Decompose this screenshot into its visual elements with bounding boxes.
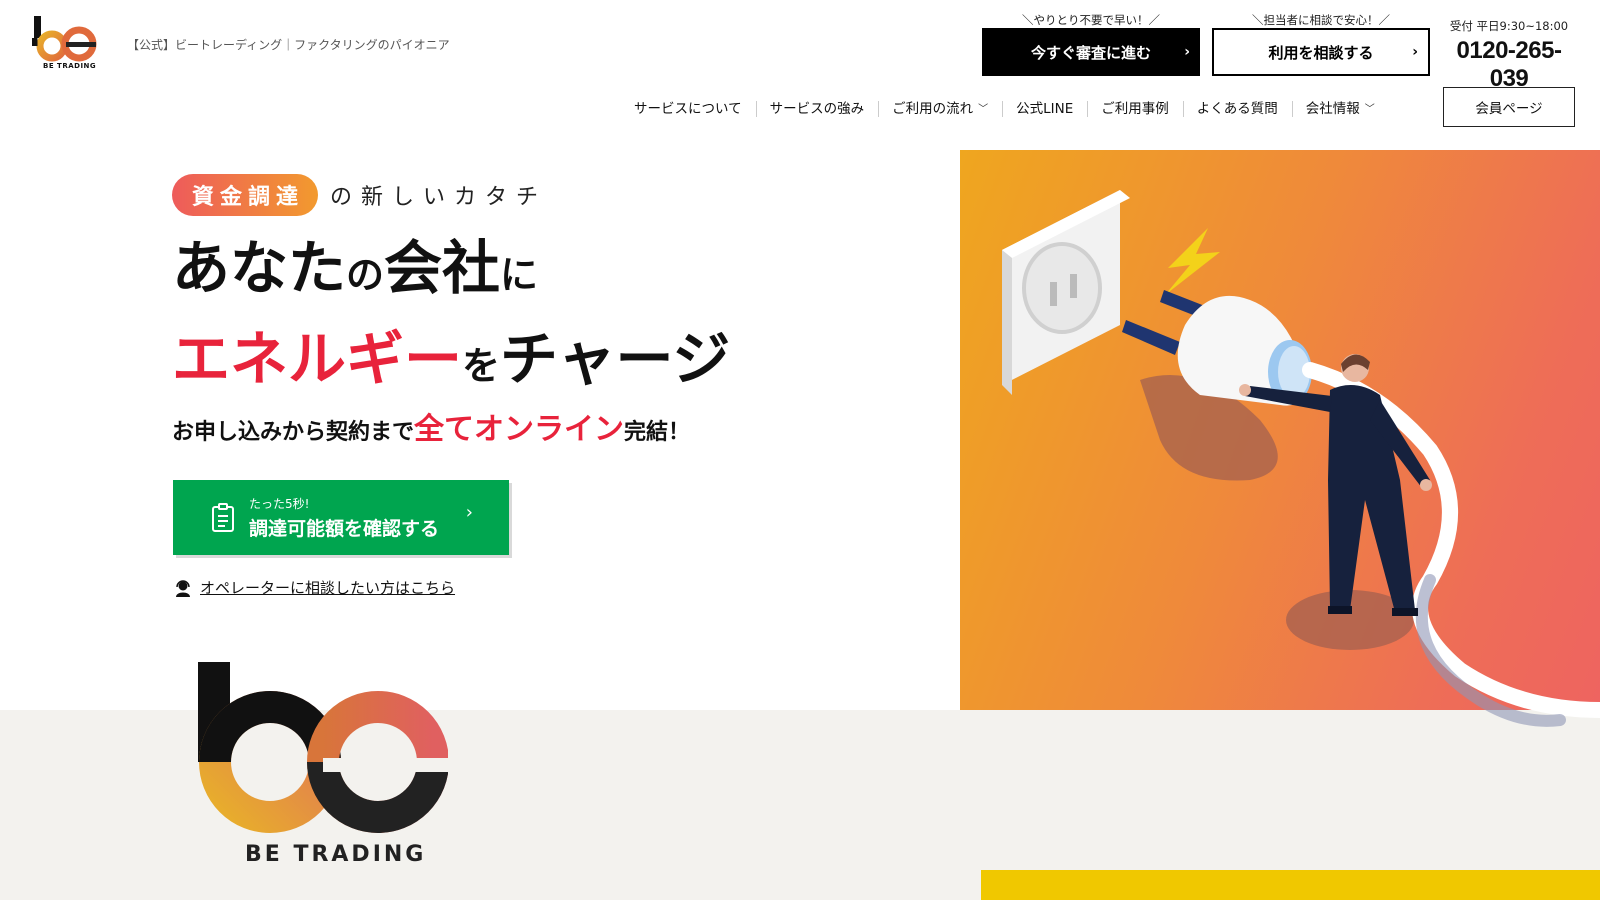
check-amount-button[interactable]: たった5秒! 調達可能額を確認する › [173, 480, 509, 555]
start-review-label: 今すぐ審査に進む [1030, 43, 1151, 62]
cta-secondary-note: ＼担当者に相談で安心！／ [1252, 13, 1390, 27]
hero-kicker: 資金調達 の新しいカタチ [172, 174, 547, 216]
chevron-down-icon: ﹀ [978, 103, 989, 115]
headline-part: チャージ [500, 325, 731, 393]
chevron-down-icon: ﹀ [1364, 103, 1375, 115]
subline-part: 完結！ [624, 420, 691, 445]
be-trading-wordmark: BE TRADING [245, 842, 427, 867]
nav-item-line[interactable]: 公式LINE [1002, 97, 1087, 117]
logo-wordmark: BE TRADING [43, 62, 97, 70]
funding-pill: 資金調達 [172, 174, 319, 216]
nav-label: 会社情報 [1305, 101, 1360, 117]
cta-secondary-block: ＼担当者に相談で安心！／ 利用を相談する › [1212, 12, 1430, 76]
nav-item-service[interactable]: サービスについて [620, 97, 756, 117]
member-page-button[interactable]: 会員ページ [1443, 87, 1575, 127]
nav-item-company[interactable]: 会社情報 ﹀ [1291, 97, 1389, 117]
nav-item-cases[interactable]: ご利用事例 [1087, 97, 1183, 117]
headline-part: 会社 [384, 234, 501, 302]
phone-contact[interactable]: 受付 平日9:30~18:00 0120-265-039 [1440, 18, 1578, 93]
yellow-accent-bar [981, 870, 1600, 900]
headline-part: を [462, 344, 501, 388]
clipboard-icon [212, 502, 234, 532]
page: BE TRADING 【公式】ビートレーディング｜ファクタリングのパイオニア ＼… [0, 0, 1600, 900]
check-amount-label: 調達可能額を確認する [249, 517, 440, 540]
chevron-right-icon: › [465, 502, 473, 523]
check-amount-note: たった5秒! [249, 496, 310, 511]
subline-part: お申し込みから契約まで [172, 420, 415, 445]
headline-part: の [346, 253, 385, 297]
operator-link-label: オペレーターに相談したい方はこちら [200, 579, 456, 597]
nav-label: よくある質問 [1196, 101, 1278, 117]
main-nav: サービスについて サービスの強み ご利用の流れ ﹀ 公式LINE ご利用事例 よく… [620, 95, 1389, 119]
nav-label: サービスについて [634, 101, 742, 117]
hero-illustration [960, 150, 1600, 727]
plug-illustration [1002, 190, 1600, 727]
cta-primary-block: ＼やりとり不要で早い！／ 今すぐ審査に進む › [982, 12, 1200, 76]
phone-hours: 受付 平日9:30~18:00 [1449, 19, 1569, 33]
be-logo-icon [30, 16, 97, 62]
operator-link[interactable]: オペレーターに相談したい方はこちら [174, 577, 455, 598]
nav-label: 公式LINE [1016, 101, 1074, 117]
headset-icon [176, 579, 190, 597]
hero-headline: あなたの会社に エネルギーをチャージ [172, 230, 730, 412]
consult-button[interactable]: 利用を相談する › [1212, 28, 1430, 76]
site-logo[interactable]: BE TRADING [30, 14, 102, 72]
chevron-right-icon: › [1184, 44, 1190, 60]
site-tagline: 【公式】ビートレーディング｜ファクタリングのパイオニア [127, 38, 450, 52]
headline-part: に [500, 253, 539, 297]
kicker-text: の新しいカタチ [330, 185, 548, 210]
cta-primary-note: ＼やりとり不要で早い！／ [1022, 13, 1160, 27]
subline-highlight: 全てオンライン [414, 412, 625, 447]
nav-label: ご利用事例 [1101, 101, 1169, 117]
headline-part: あなた [172, 234, 347, 302]
nav-item-flow[interactable]: ご利用の流れ ﹀ [878, 97, 1002, 117]
nav-item-strengths[interactable]: サービスの強み [755, 97, 879, 117]
consult-label: 利用を相談する [1268, 43, 1374, 62]
headline-energy: エネルギー [172, 325, 463, 393]
nav-label: サービスの強み [769, 101, 865, 117]
start-review-button[interactable]: 今すぐ審査に進む › [982, 28, 1200, 76]
nav-item-faq[interactable]: よくある質問 [1182, 97, 1292, 117]
hero-subline: お申し込みから契約まで全てオンライン完結！ [172, 404, 690, 448]
phone-number: 0120-265-039 [1456, 37, 1562, 92]
nav-label: ご利用の流れ [892, 101, 974, 117]
chevron-right-icon: › [1412, 44, 1418, 60]
